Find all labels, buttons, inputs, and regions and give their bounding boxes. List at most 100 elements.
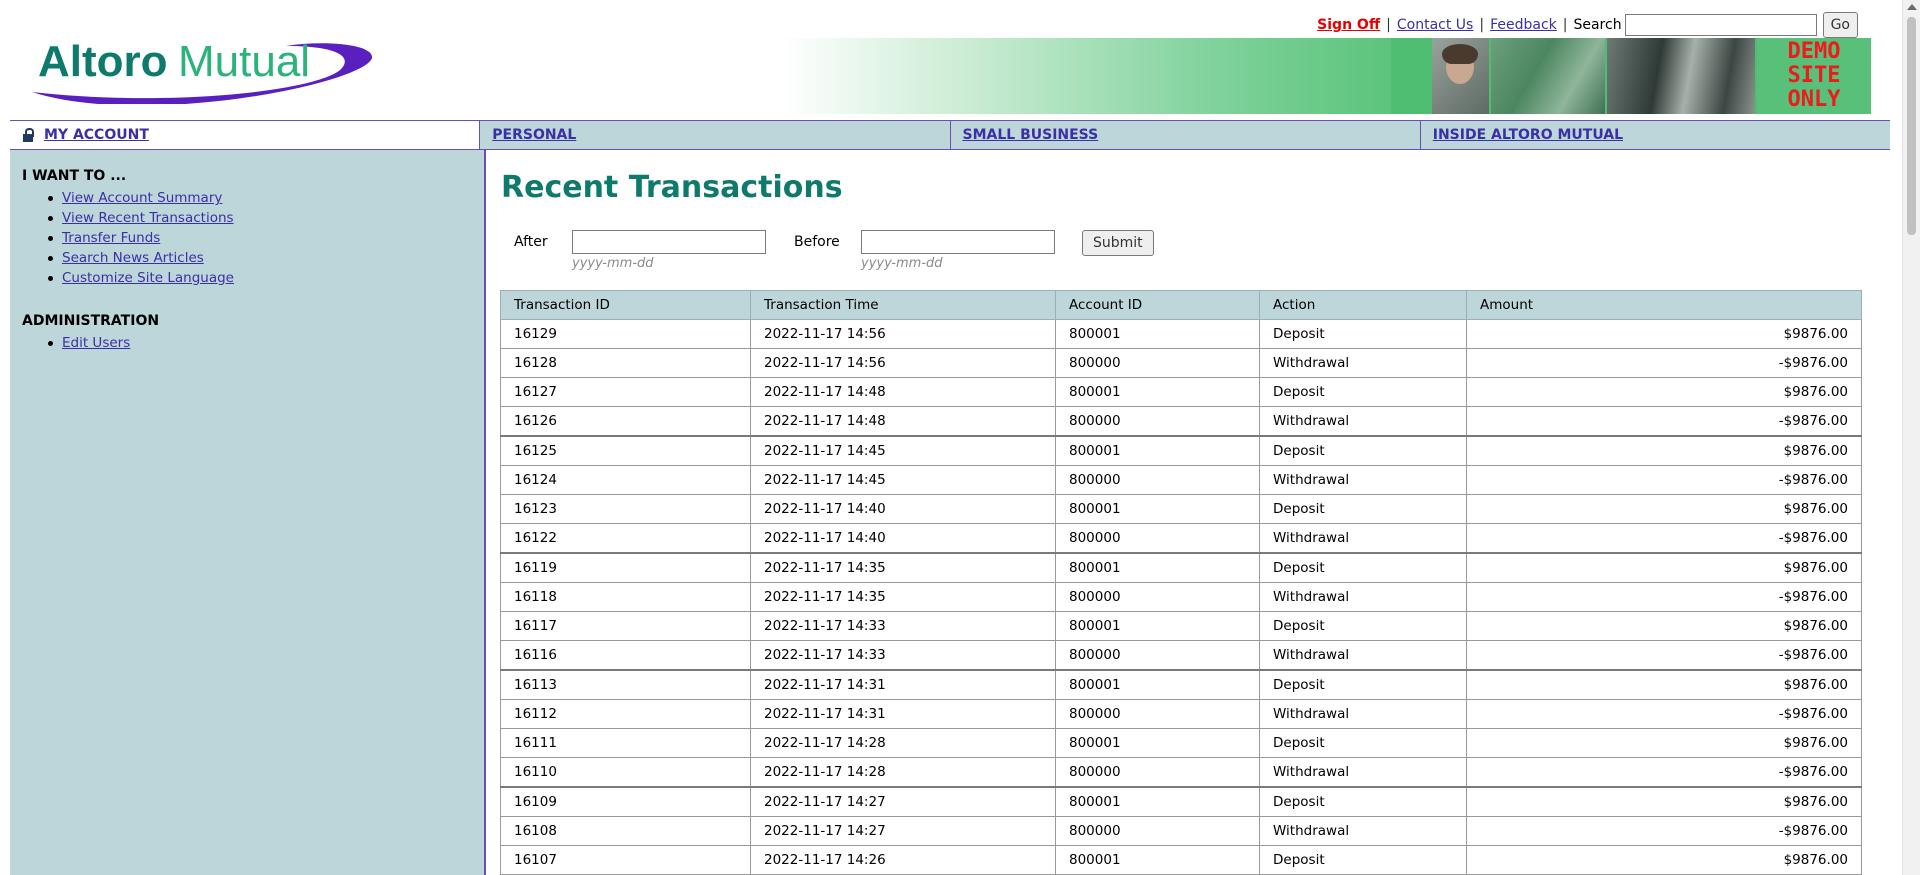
cell-transaction-id: 16128 [500,348,751,378]
cell-transaction-time: 2022-11-17 14:45 [750,465,1056,495]
cell-action: Withdrawal [1259,757,1467,788]
search-input[interactable] [1624,14,1817,36]
cell-transaction-time: 2022-11-17 14:40 [750,494,1056,524]
page-title: Recent Transactions [501,170,843,205]
altoro-mutual-logo[interactable]: Altoro Mutual [24,24,380,106]
tab-my-account[interactable]: MY ACCOUNT [10,121,480,149]
cell-action: Deposit [1259,611,1467,641]
cell-account-id: 800001 [1055,494,1260,524]
list-item: View Account Summary [48,188,234,208]
list-item: View Recent Transactions [48,208,234,228]
cell-amount: $9876.00 [1466,728,1862,758]
table-row: 16124 2022-11-17 14:45 800000 Withdrawal -$9… [500,465,1862,495]
cell-action: Withdrawal [1259,348,1467,378]
cell-transaction-id: 16126 [500,406,751,437]
cell-account-id: 800000 [1055,348,1260,378]
table-row: 16123 2022-11-17 14:40 800001 Deposit $9876.… [500,494,1862,524]
cell-account-id: 800000 [1055,757,1260,788]
tab-personal[interactable]: PERSONAL [479,121,950,149]
cell-transaction-id: 16109 [500,786,751,817]
cell-transaction-time: 2022-11-17 14:27 [750,786,1056,817]
column-header-account-id: Account ID [1055,290,1260,320]
cell-amount: $9876.00 [1466,845,1862,875]
sidebar-heading-i-want-to: I WANT TO ... [22,168,127,184]
sign-off-link[interactable]: Sign Off [1317,17,1380,33]
cell-transaction-time: 2022-11-17 14:56 [750,319,1056,349]
cell-transaction-time: 2022-11-17 14:28 [750,757,1056,788]
cell-account-id: 800000 [1055,406,1260,437]
column-header-amount: Amount [1466,290,1862,320]
sidebar-item-account-summary[interactable]: View Account Summary [62,190,222,206]
page-scrollbar[interactable] [1902,0,1920,875]
cell-transaction-id: 16113 [500,669,751,700]
cell-amount: $9876.00 [1466,669,1862,700]
cell-amount: $9876.00 [1466,611,1862,641]
cell-action: Deposit [1259,786,1467,817]
cell-account-id: 800000 [1055,699,1260,729]
table-row: 16112 2022-11-17 14:31 800000 Withdrawal -$9… [500,699,1862,729]
main-nav: MY ACCOUNT PERSONAL SMALL BUSINESS INSID… [10,120,1890,150]
after-date-input[interactable] [572,230,766,254]
table-row: 16125 2022-11-17 14:45 800001 Deposit $9876.… [500,435,1862,466]
before-date-input[interactable] [861,230,1055,254]
column-header-action: Action [1259,290,1467,320]
scroll-up-icon[interactable] [1907,4,1917,10]
cell-action: Withdrawal [1259,640,1467,671]
cell-account-id: 800001 [1055,435,1260,466]
cell-transaction-id: 16110 [500,757,751,788]
cell-action: Withdrawal [1259,699,1467,729]
contact-us-link[interactable]: Contact Us [1397,17,1473,33]
sidebar-item-search-news[interactable]: Search News Articles [62,250,204,266]
cell-action: Withdrawal [1259,523,1467,554]
list-item: Edit Users [47,333,130,353]
tab-my-account-link[interactable]: MY ACCOUNT [44,127,149,143]
cell-action: Deposit [1259,728,1467,758]
cell-amount: -$9876.00 [1466,406,1862,437]
cell-account-id: 800000 [1055,523,1260,554]
scroll-thumb[interactable] [1907,17,1916,235]
feedback-link[interactable]: Feedback [1490,17,1557,33]
cell-account-id: 800000 [1055,582,1260,612]
cell-amount: $9876.00 [1466,319,1862,349]
tab-inside-altoro[interactable]: INSIDE ALTORO MUTUAL [1419,121,1890,149]
cell-transaction-id: 16119 [500,552,751,583]
cell-action: Deposit [1259,845,1467,875]
cell-transaction-id: 16124 [500,465,751,495]
utility-links: Sign Off | Contact Us | Feedback | Searc… [1317,12,1858,38]
cell-transaction-id: 16123 [500,494,751,524]
cell-account-id: 800000 [1055,640,1260,671]
separator: | [1562,17,1568,33]
logo-text-2: Mutual [178,37,310,86]
cell-account-id: 800001 [1055,377,1260,407]
search-label: Search [1573,17,1622,33]
sidebar-item-recent-transactions[interactable]: View Recent Transactions [62,210,234,226]
before-label: Before [794,234,840,250]
cell-action: Deposit [1259,669,1467,700]
cell-amount: $9876.00 [1466,435,1862,466]
submit-button[interactable]: Submit [1082,230,1154,256]
list-item: Search News Articles [48,248,234,268]
lock-icon [22,128,34,142]
table-row: 16116 2022-11-17 14:33 800000 Withdrawal -$9… [500,640,1862,671]
go-button[interactable]: Go [1822,12,1858,38]
tab-personal-link[interactable]: PERSONAL [492,127,576,143]
cell-transaction-time: 2022-11-17 14:40 [750,523,1056,554]
tab-small-business[interactable]: SMALL BUSINESS [949,121,1420,149]
sidebar-item-customize-language[interactable]: Customize Site Language [62,270,234,286]
cell-action: Deposit [1259,377,1467,407]
cell-action: Deposit [1259,494,1467,524]
sidebar-item-transfer-funds[interactable]: Transfer Funds [62,230,160,246]
cell-transaction-id: 16125 [500,435,751,466]
sidebar-item-edit-users[interactable]: Edit Users [62,335,130,351]
table-row: 16126 2022-11-17 14:48 800000 Withdrawal -$9… [500,406,1862,437]
logo-text-1: Altoro [38,37,168,86]
cell-transaction-id: 16127 [500,377,751,407]
tab-small-business-link[interactable]: SMALL BUSINESS [963,127,1099,143]
tab-inside-altoro-link[interactable]: INSIDE ALTORO MUTUAL [1433,127,1623,143]
cell-account-id: 800001 [1055,728,1260,758]
cell-action: Withdrawal [1259,582,1467,612]
cell-account-id: 800001 [1055,669,1260,700]
after-date-hint: yyyy-mm-dd [572,256,654,271]
logo-graphic: Altoro Mutual [32,37,373,106]
sidebar-heading-administration: ADMINISTRATION [22,313,160,329]
